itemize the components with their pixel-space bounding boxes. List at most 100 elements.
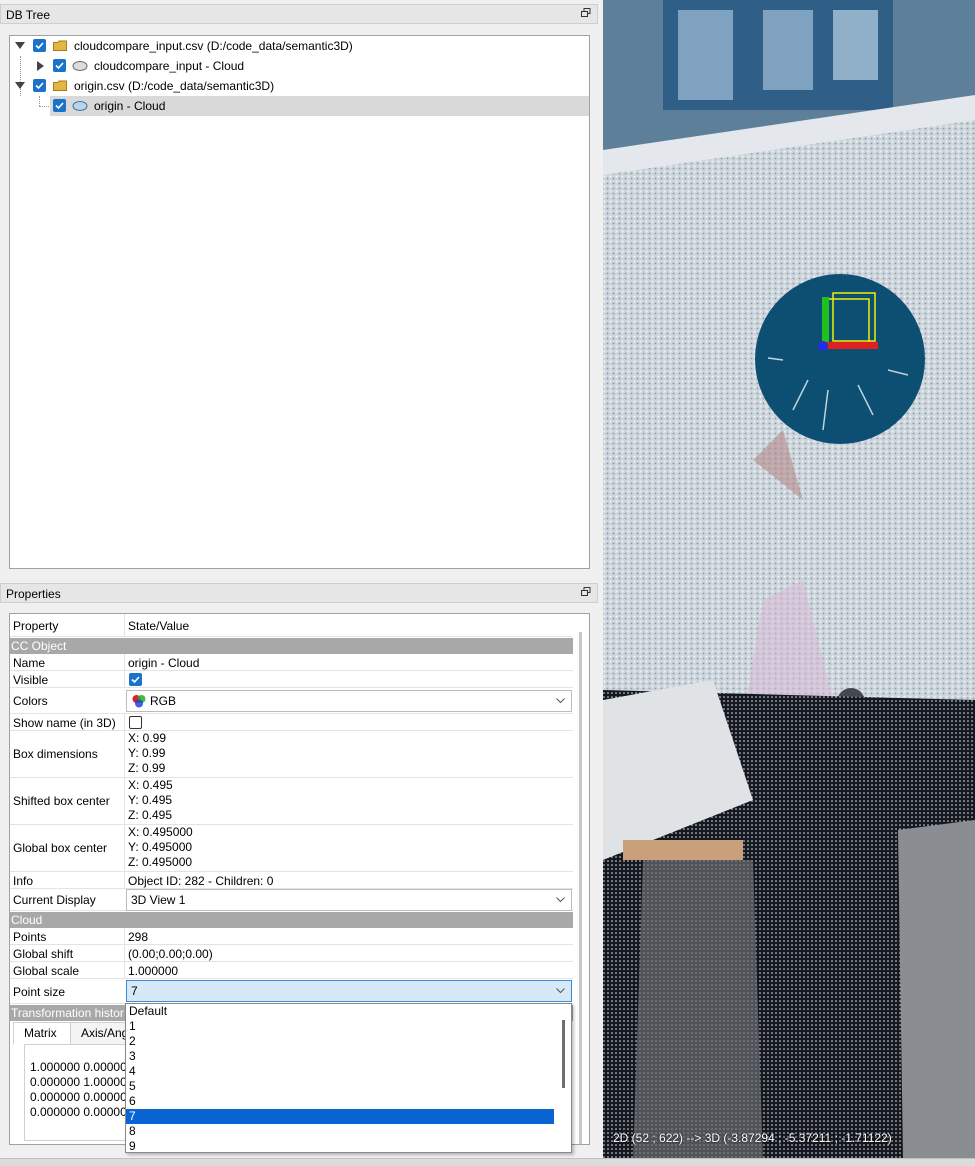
tree-item-label: cloudcompare_input.csv (D:/code_data/sem…	[74, 39, 353, 53]
point-size-dropdown[interactable]: Default 1 2 3 4 5 6 7 8 9	[125, 1003, 572, 1153]
point-size-combo[interactable]: 7	[126, 980, 572, 1002]
dropdown-option[interactable]: Default	[126, 1004, 554, 1019]
expand-arrow-icon[interactable]	[15, 82, 25, 89]
show-name-checkbox[interactable]	[129, 716, 142, 729]
properties-title-bar: Properties	[0, 583, 598, 603]
row-global-box-center: Global box center X: 0.495000 Y: 0.49500…	[10, 825, 573, 872]
dropdown-option[interactable]: 2	[126, 1034, 554, 1049]
global-center-y: Y: 0.495000	[128, 840, 193, 854]
point-cloud-render	[603, 0, 975, 1158]
chevron-down-icon	[556, 698, 565, 704]
float-dock-icon[interactable]	[581, 8, 591, 18]
tab-label: Matrix	[24, 1026, 57, 1040]
row-shifted-box-center: Shifted box center X: 0.495 Y: 0.495 Z: …	[10, 778, 573, 825]
option-label: 1	[129, 1019, 136, 1033]
properties-scrollbar[interactable]	[579, 632, 582, 1144]
dropdown-option[interactable]: 3	[126, 1049, 554, 1064]
column-separator	[124, 872, 125, 888]
visibility-checkbox[interactable]	[33, 39, 46, 52]
tab-matrix[interactable]: Matrix	[13, 1022, 71, 1045]
folder-icon	[53, 80, 67, 91]
dropdown-option[interactable]: 4	[126, 1064, 554, 1079]
global-center-z: Z: 0.495000	[128, 855, 193, 869]
name-value[interactable]: origin - Cloud	[128, 656, 199, 670]
coordinate-readout: 2D (52 ; 622) --> 3D (-3.87294 ; -5.3721…	[613, 1131, 892, 1145]
tree-item-origin-csv[interactable]: origin.csv (D:/code_data/semantic3D)	[10, 76, 589, 96]
row-box-dimensions: Box dimensions X: 0.99 Y: 0.99 Z: 0.99	[10, 731, 573, 778]
row-key: Current Display	[13, 893, 96, 907]
tree-item-cloudcompare-input-cloud[interactable]: cloudcompare_input - Cloud	[10, 56, 589, 76]
option-label: 2	[129, 1034, 136, 1048]
cloud-icon	[72, 61, 88, 71]
expand-arrow-icon[interactable]	[37, 61, 44, 71]
row-name: Name origin - Cloud	[10, 654, 573, 671]
rgb-icon	[132, 695, 146, 708]
column-separator	[124, 731, 125, 777]
row-info: Info Object ID: 282 - Children: 0	[10, 872, 573, 889]
visibility-checkbox[interactable]	[53, 59, 66, 72]
info-value: Object ID: 282 - Children: 0	[128, 874, 274, 888]
colors-combo[interactable]: RGB	[126, 690, 572, 712]
section-cc-object: CC Object	[10, 638, 573, 654]
global-scale-value: 1.000000	[128, 964, 179, 978]
property-column-header[interactable]: Property	[13, 619, 58, 633]
column-separator	[124, 614, 125, 636]
column-separator	[124, 778, 125, 824]
visible-checkbox[interactable]	[129, 673, 142, 686]
shifted-center-y: Y: 0.495	[128, 793, 173, 807]
transformation-matrix: 1.000000 0.000000 0.000000 1.000000 0.00…	[24, 1044, 136, 1141]
column-separator	[124, 825, 125, 871]
option-label: 5	[129, 1079, 136, 1093]
row-show-name: Show name (in 3D)	[10, 714, 573, 731]
option-label: 9	[129, 1139, 136, 1153]
db-tree-title-bar: DB Tree	[0, 4, 598, 24]
option-label: 8	[129, 1124, 136, 1138]
dropdown-option-selected[interactable]: 7	[126, 1109, 554, 1124]
row-key: Point size	[13, 985, 66, 999]
3d-viewport[interactable]: 2D (52 ; 622) --> 3D (-3.87294 ; -5.3721…	[603, 0, 975, 1158]
global-center-x: X: 0.495000	[128, 825, 193, 839]
db-tree[interactable]: cloudcompare_input.csv (D:/code_data/sem…	[9, 35, 590, 569]
matrix-row: 1.000000 0.000000	[30, 1060, 134, 1074]
shifted-center-x: X: 0.495	[128, 778, 173, 792]
dropdown-option[interactable]: 8	[126, 1124, 554, 1139]
visibility-checkbox[interactable]	[53, 99, 66, 112]
tab-label: Axis/Ang	[81, 1026, 129, 1040]
points-value: 298	[128, 930, 149, 944]
row-current-display: Current Display 3D View 1	[10, 889, 573, 911]
dropdown-option[interactable]: 1	[126, 1019, 554, 1034]
row-key: Colors	[13, 694, 48, 708]
row-key: Show name (in 3D)	[13, 716, 116, 730]
point-size-value: 7	[131, 984, 138, 998]
left-dock: DB Tree cloudcompare_input.csv (D:/code_…	[0, 0, 600, 1165]
current-display-value: 3D View 1	[131, 893, 186, 907]
row-key: Global shift	[13, 947, 74, 961]
matrix-row: 0.000000 1.000000	[30, 1075, 134, 1089]
tree-item-label: origin.csv (D:/code_data/semantic3D)	[74, 79, 275, 93]
option-label: 4	[129, 1064, 136, 1078]
section-label: Cloud	[11, 913, 43, 927]
value-column-header[interactable]: State/Value	[128, 619, 189, 633]
dropdown-option[interactable]: 5	[126, 1079, 554, 1094]
row-global-shift: Global shift (0.00;0.00;0.00)	[10, 945, 573, 962]
float-dock-icon[interactable]	[581, 587, 591, 597]
dropdown-option[interactable]: 6	[126, 1094, 554, 1109]
row-key: Global box center	[13, 841, 108, 855]
section-label: CC Object	[11, 639, 67, 653]
row-key: Name	[13, 656, 46, 670]
row-colors: Colors RGB	[10, 688, 573, 714]
row-key: Points	[13, 930, 47, 944]
matrix-row: 0.000000 0.000000	[30, 1090, 134, 1104]
tree-item-origin-cloud[interactable]: origin - Cloud	[50, 96, 589, 116]
row-key: Info	[13, 874, 34, 888]
dropdown-option[interactable]: 9	[126, 1139, 554, 1154]
expand-arrow-icon[interactable]	[15, 42, 25, 49]
tree-item-cloudcompare-input-csv[interactable]: cloudcompare_input.csv (D:/code_data/sem…	[10, 36, 589, 56]
dropdown-scrollbar[interactable]	[562, 1020, 565, 1088]
current-display-combo[interactable]: 3D View 1	[126, 889, 572, 911]
section-label: Transformation histor	[11, 1006, 124, 1020]
colors-value: RGB	[150, 694, 177, 708]
box-dim-z: Z: 0.99	[128, 761, 166, 775]
visibility-checkbox[interactable]	[33, 79, 46, 92]
column-separator	[124, 654, 125, 670]
